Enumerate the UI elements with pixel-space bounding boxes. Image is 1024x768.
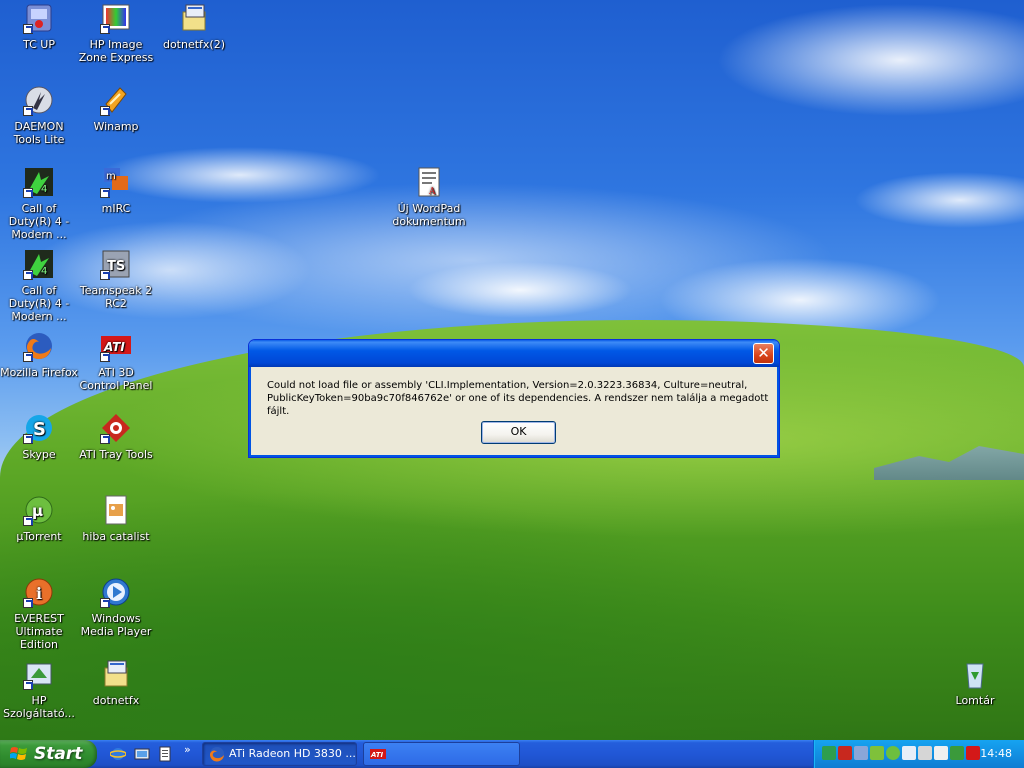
utorrent-icon: µ <box>23 494 55 526</box>
winamp-icon <box>100 84 132 116</box>
desktop-icon-firefox[interactable]: Mozilla Firefox <box>0 330 78 379</box>
ati-icon: ATI <box>100 330 132 362</box>
desktop-icon-daemon-tools[interactable]: DAEMON Tools Lite <box>0 84 78 146</box>
svg-text:i: i <box>36 584 42 603</box>
installer-icon <box>100 658 132 690</box>
system-tray: 14:48 <box>813 740 1024 768</box>
taskbar: Start » ATi Radeon HD 3830 ... ATI 14:48 <box>0 740 1024 768</box>
show-desktop-quicklaunch-icon[interactable] <box>134 746 150 762</box>
security-tray-icon[interactable] <box>854 746 868 760</box>
taskbar-button-ati[interactable]: ATI <box>363 742 520 766</box>
volume-tray-icon[interactable] <box>934 746 948 760</box>
people-tray-icon[interactable] <box>950 746 964 760</box>
tc-up-icon <box>23 2 55 34</box>
desktop-icon-teamspeak[interactable]: TS Teamspeak 2 RC2 <box>77 248 155 310</box>
windows-logo-icon <box>10 747 27 760</box>
device-tray-icon[interactable] <box>918 746 932 760</box>
desktop-icon-utorrent[interactable]: µ µTorrent <box>0 494 78 543</box>
svg-text:4: 4 <box>41 266 47 277</box>
network-tray-icon[interactable] <box>822 746 836 760</box>
dialog-message: Could not load file or assembly 'CLI.Imp… <box>267 379 777 418</box>
daemon-tools-icon <box>23 84 55 116</box>
desktop-icon-ati-3d-control-panel[interactable]: ATI ATI 3D Control Panel <box>77 330 155 392</box>
svg-text:S: S <box>33 419 46 440</box>
start-label: Start <box>34 744 83 764</box>
everest-icon: i <box>23 576 55 608</box>
desktop-icon-windows-media-player[interactable]: Windows Media Player <box>77 576 155 638</box>
dialog-message-line2: PublicKeyToken=90ba9c70f846762e' or one … <box>267 393 769 417</box>
dialog-body: Could not load file or assembly 'CLI.Imp… <box>252 367 776 454</box>
recycle-bin-icon <box>959 658 991 690</box>
desktop-icon-dotnetfx[interactable]: dotnetfx <box>77 658 155 707</box>
hp-image-zone-icon <box>100 2 132 34</box>
utorrent-tray-icon[interactable] <box>886 746 900 760</box>
cod4-icon: 4 <box>23 166 55 198</box>
antivirus-tray-icon[interactable] <box>966 746 980 760</box>
desktop-icon-winamp[interactable]: Winamp <box>77 84 155 133</box>
installer-icon <box>178 2 210 34</box>
clock[interactable]: 14:48 <box>980 747 1012 760</box>
monitor-tray-icon[interactable] <box>902 746 916 760</box>
svg-text:µ: µ <box>32 502 43 520</box>
taskbar-button-firefox-window[interactable]: ATi Radeon HD 3830 ... <box>202 742 357 766</box>
desktop-icon-hp-image-zone[interactable]: HP Image Zone Express <box>77 2 155 64</box>
ati-tray-icon[interactable] <box>838 746 852 760</box>
mirc-icon: m <box>100 166 132 198</box>
desktop-icon-ati-tray-tools[interactable]: ATI Tray Tools <box>77 412 155 461</box>
internet-explorer-quicklaunch-icon[interactable] <box>110 746 126 762</box>
skype-icon: S <box>23 412 55 444</box>
close-icon: ✕ <box>757 344 770 362</box>
taskbar-button-label: ATi Radeon HD 3830 ... <box>229 747 356 760</box>
svg-text:m: m <box>106 171 116 182</box>
svg-text:A: A <box>428 187 436 197</box>
error-dialog: ✕ Could not load file or assembly 'CLI.I… <box>248 339 780 458</box>
teamspeak-icon: TS <box>100 248 132 280</box>
notepad-quicklaunch-icon[interactable] <box>157 746 173 762</box>
ati-tray-tools-icon <box>100 412 132 444</box>
dialog-close-button[interactable]: ✕ <box>753 343 774 364</box>
media-player-icon <box>100 576 132 608</box>
desktop-icon-cod4-1[interactable]: 4 Call of Duty(R) 4 - Modern ... <box>0 166 78 241</box>
shield-tray-icon[interactable] <box>870 746 884 760</box>
desktop-icon-dotnetfx-2[interactable]: dotnetfx(2) <box>155 2 233 51</box>
firefox-icon <box>23 330 55 362</box>
image-file-icon <box>100 494 132 526</box>
ok-button[interactable]: OK <box>481 421 556 444</box>
cod4-icon: 4 <box>23 248 55 280</box>
hp-service-icon <box>23 658 55 690</box>
desktop-icon-hiba-catalist[interactable]: hiba catalist <box>77 494 155 543</box>
desktop-icon-hp-service[interactable]: HP Szolgáltató... <box>0 658 78 720</box>
desktop-icon-recycle-bin[interactable]: Lomtár <box>936 658 1014 707</box>
desktop-icon-everest[interactable]: i EVEREST Ultimate Edition <box>0 576 78 651</box>
dialog-titlebar[interactable]: ✕ <box>249 340 779 367</box>
wordpad-document-icon: A <box>413 166 445 198</box>
desktop-icon-skype[interactable]: S Skype <box>0 412 78 461</box>
desktop-icon-mirc[interactable]: m mIRC <box>77 166 155 215</box>
dialog-message-line1: Could not load file or assembly 'CLI.Imp… <box>267 380 748 391</box>
desktop-icon-tc-up[interactable]: TC UP <box>0 2 78 51</box>
quicklaunch-more-button[interactable]: » <box>184 743 191 756</box>
desktop-icon-cod4-2[interactable]: 4 Call of Duty(R) 4 - Modern ... <box>0 248 78 323</box>
start-button[interactable]: Start <box>0 740 97 768</box>
ati-icon: ATI <box>370 749 386 759</box>
svg-text:4: 4 <box>41 184 47 195</box>
svg-text:ATI: ATI <box>370 751 384 759</box>
firefox-icon <box>209 747 224 762</box>
desktop-icon-wordpad-document[interactable]: A Új WordPad dokumentum <box>390 166 468 228</box>
